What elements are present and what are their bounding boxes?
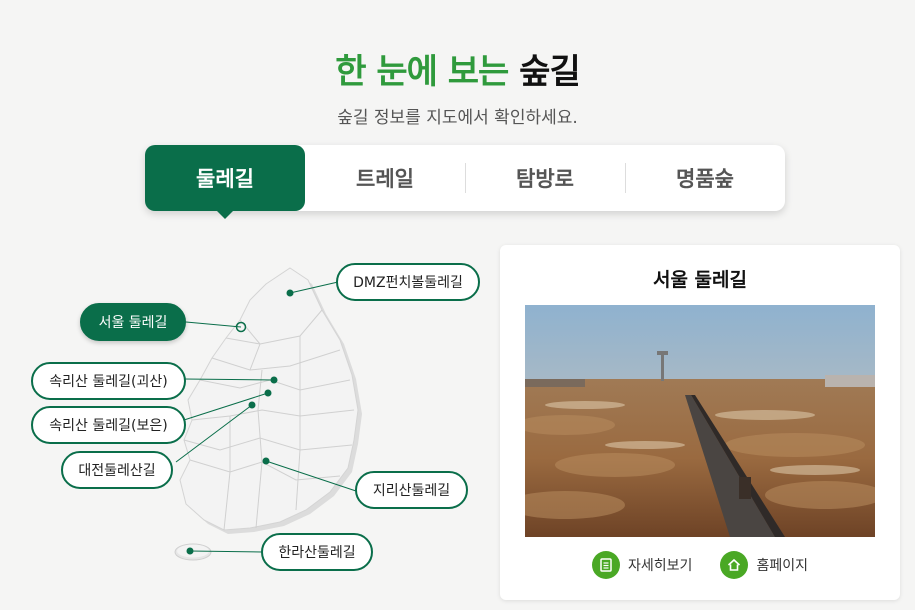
- homepage-button[interactable]: 홈페이지: [720, 551, 808, 579]
- detail-button[interactable]: 자세히보기: [592, 551, 692, 579]
- map-label-dmz[interactable]: DMZ펀치볼둘레길: [336, 263, 480, 301]
- page-title-accent: 한 눈에 보는: [335, 52, 509, 92]
- detail-button-label: 자세히보기: [628, 558, 693, 574]
- page-subtitle: 숲길 정보를 지도에서 확인하세요.: [337, 108, 578, 128]
- page-title-dark: 숲길: [519, 52, 581, 92]
- card-actions: 자세히보기 홈페이지: [500, 551, 900, 579]
- map-label-jiri[interactable]: 지리산둘레길: [355, 471, 468, 509]
- tab-tambangno[interactable]: 탐방로: [465, 145, 625, 211]
- trail-info-card: 서울 둘레길 자세히보기 홈페이지: [500, 245, 900, 600]
- korea-map-area: DMZ펀치볼둘레길 서울 둘레길 속리산 둘레길(괴산) 속리산 둘레길(보은)…: [0, 240, 500, 610]
- map-label-daejeon[interactable]: 대전둘레산길: [61, 451, 173, 489]
- tab-trail[interactable]: 트레일: [305, 145, 465, 211]
- card-title: 서울 둘레길: [652, 269, 747, 291]
- homepage-button-label: 홈페이지: [756, 558, 808, 574]
- category-tabs: 둘레길 트레일 탐방로 명품숲: [145, 145, 785, 219]
- tab-dulle[interactable]: 둘레길: [145, 145, 305, 219]
- map-label-halla[interactable]: 한라산둘레길: [261, 533, 373, 571]
- map-label-songni-goesan[interactable]: 속리산 둘레길(괴산): [31, 362, 186, 400]
- map-label-songni-boeun[interactable]: 속리산 둘레길(보은): [31, 406, 186, 444]
- map-label-seoul[interactable]: 서울 둘레길: [80, 303, 186, 341]
- page-title: 한 눈에 보는 숲길: [0, 44, 915, 93]
- tab-myeongpum[interactable]: 명품숲: [625, 145, 785, 211]
- trail-photo: [525, 305, 875, 537]
- home-icon: [720, 551, 749, 579]
- document-icon: [592, 551, 621, 579]
